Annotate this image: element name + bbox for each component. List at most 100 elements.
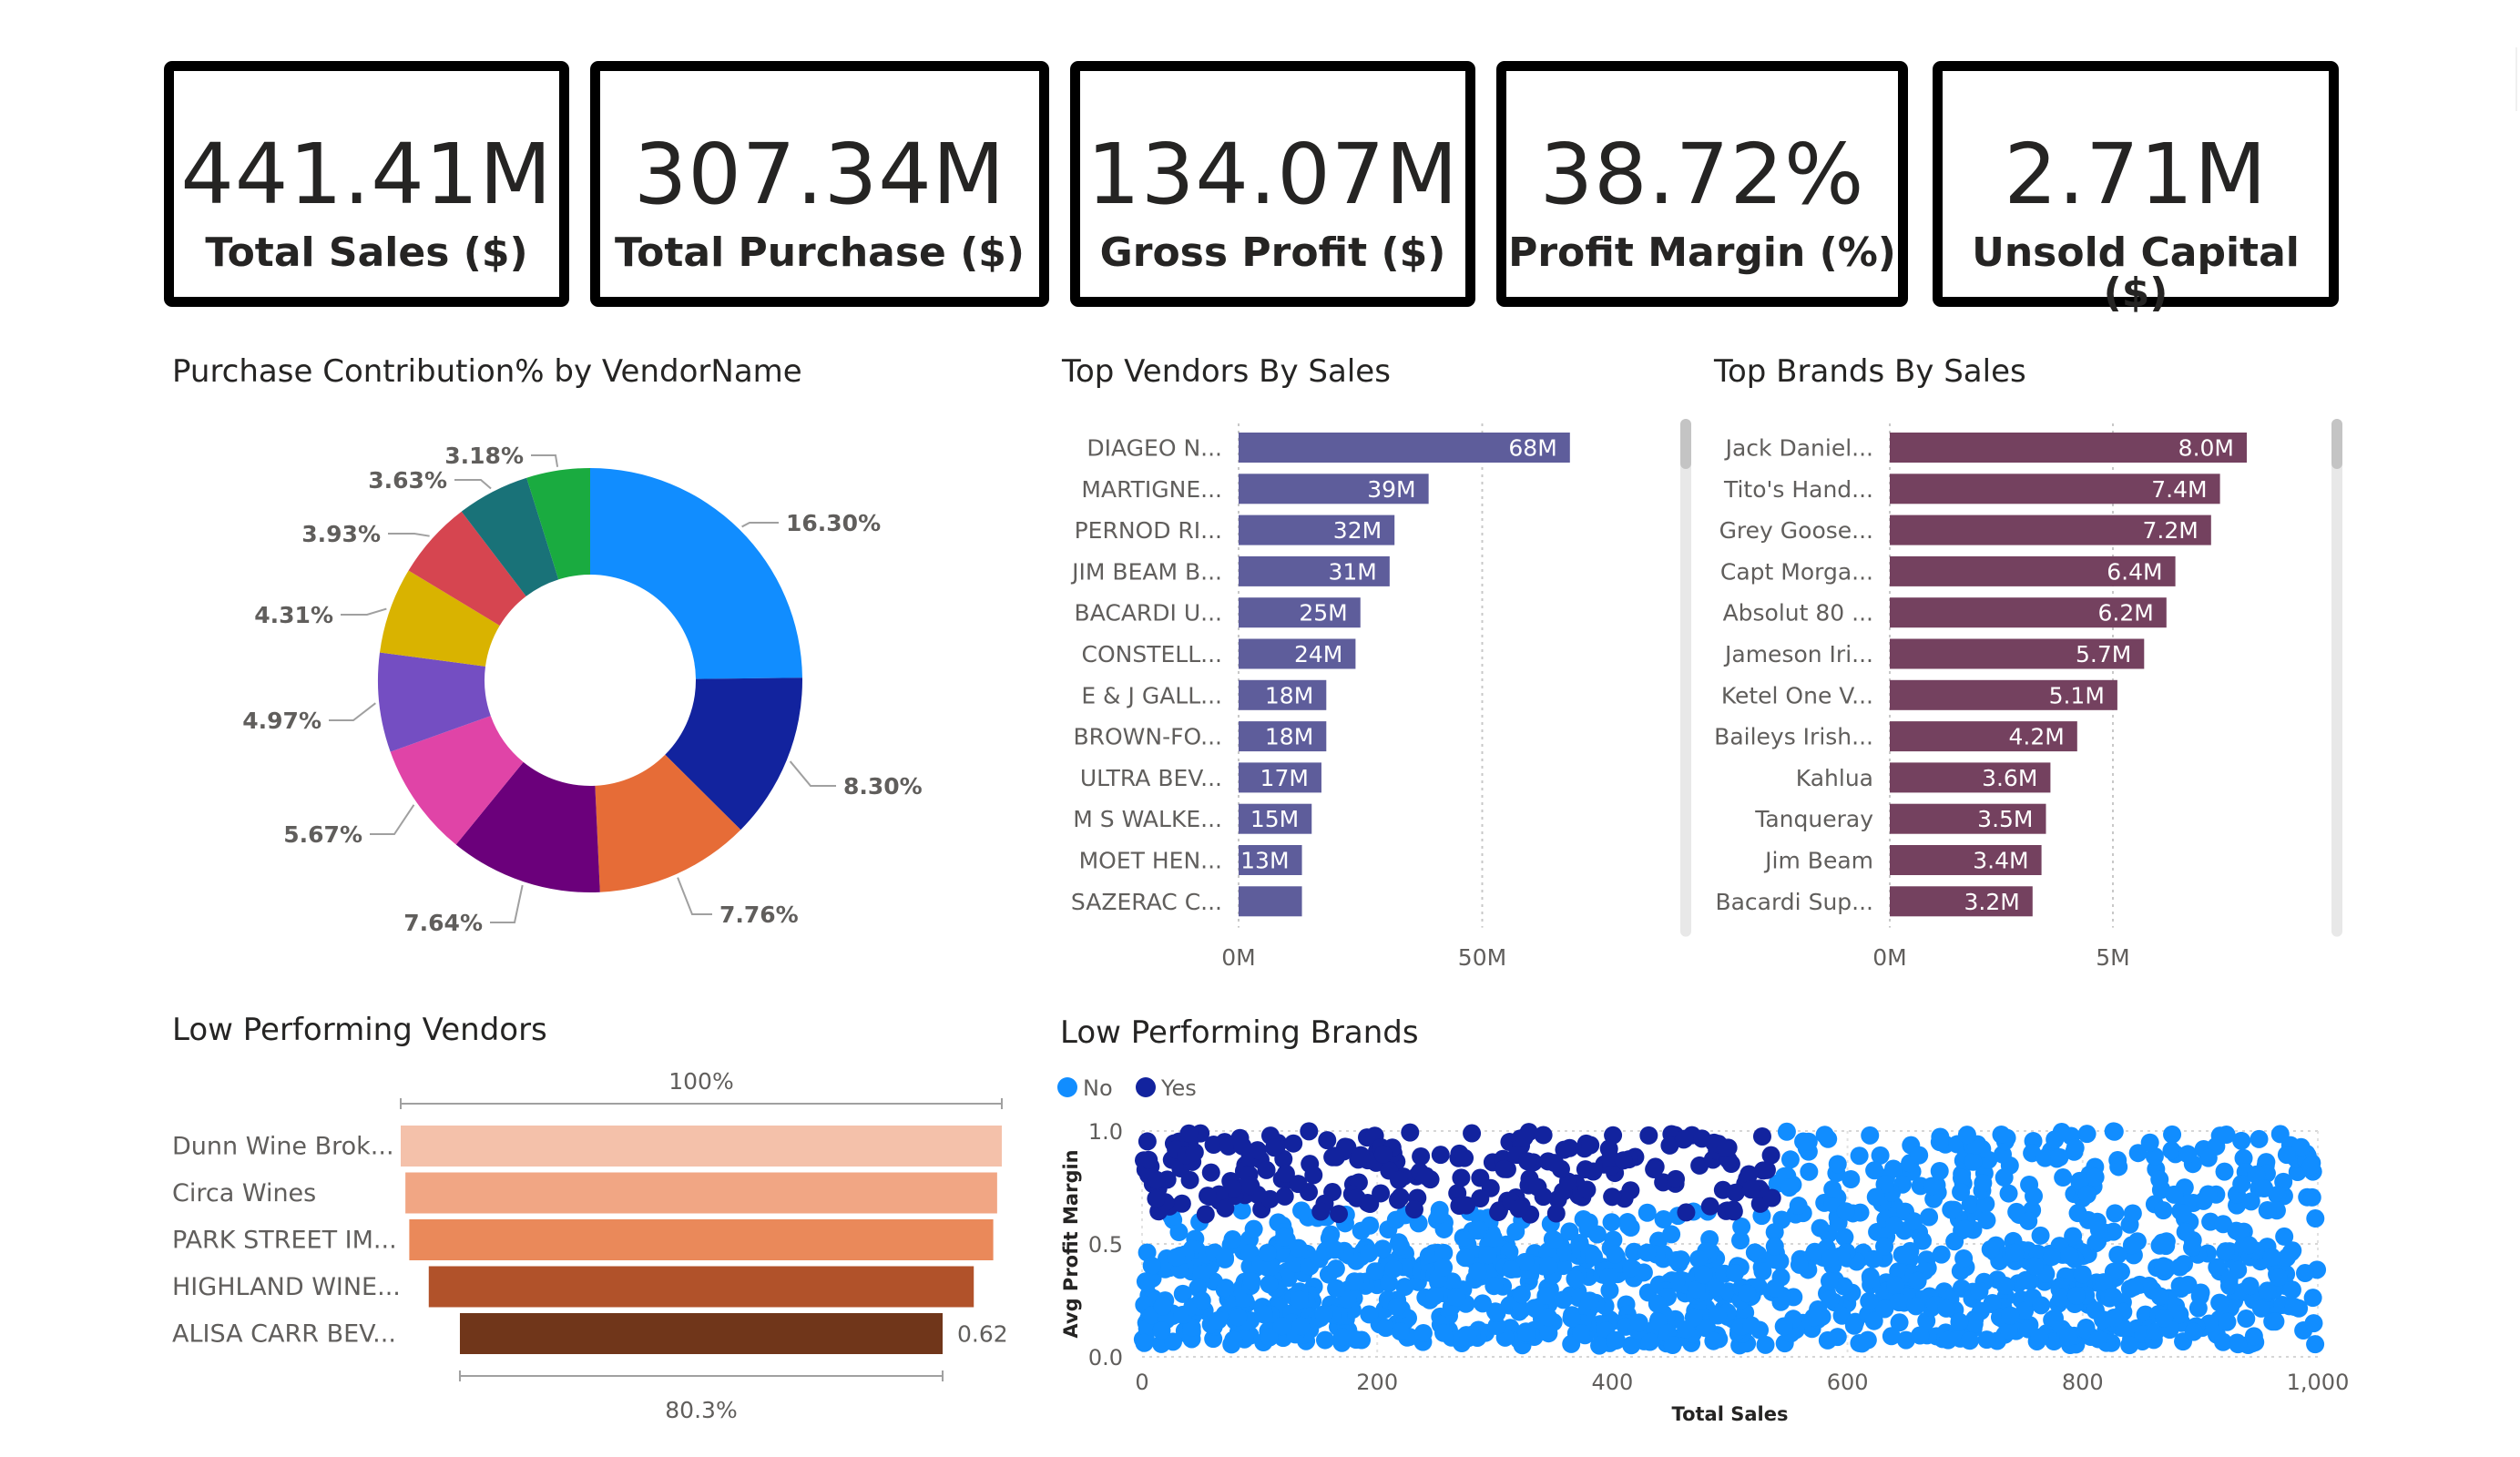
scatter-point[interactable] [1677,1203,1696,1222]
scatter-point[interactable] [1761,1146,1780,1165]
scatter-point[interactable] [2005,1243,2025,1262]
scatter-point[interactable] [2306,1209,2325,1228]
scatter-point[interactable] [1599,1268,1618,1287]
scatter-point[interactable] [1780,1150,1800,1169]
scatter-point[interactable] [2216,1242,2235,1261]
scatter-point[interactable] [1487,1303,1506,1322]
scatter-point[interactable] [2270,1125,2290,1144]
scatter-point[interactable] [1756,1335,1775,1354]
scatter-point[interactable] [2051,1289,2070,1308]
scatter-point[interactable] [1272,1317,1291,1336]
funnel-bar[interactable] [428,1266,974,1308]
scatter-point[interactable] [1995,1168,2014,1187]
scatter-point[interactable] [1667,1250,1686,1269]
scatter-point[interactable] [1884,1159,1903,1178]
scatter-point[interactable] [1538,1308,1557,1327]
scatter-point[interactable] [1844,1316,1863,1335]
legend-marker[interactable] [1136,1077,1156,1097]
scatter-point[interactable] [1842,1170,1861,1189]
scatter-point[interactable] [1425,1287,1444,1306]
scatter-point[interactable] [1179,1124,1199,1143]
scatter-point[interactable] [1167,1248,1186,1267]
scatter-point[interactable] [1866,1187,1885,1207]
scatter-point[interactable] [1373,1145,1393,1164]
scatter-point[interactable] [1629,1313,1648,1332]
scatter-point[interactable] [1139,1150,1158,1169]
scatter-point[interactable] [2208,1258,2227,1277]
scatter-point[interactable] [1893,1245,1912,1264]
scatter-point[interactable] [1233,1136,1252,1156]
scatter-point[interactable] [2123,1204,2142,1223]
scatter-point[interactable] [1960,1331,1979,1350]
scatter-point[interactable] [1981,1239,2000,1258]
scatter-point[interactable] [2244,1327,2263,1346]
scatter-point[interactable] [1291,1317,1311,1336]
scatter-point[interactable] [2306,1335,2325,1354]
scatter-point[interactable] [1800,1162,1819,1181]
funnel-bar[interactable] [459,1313,944,1354]
scatter-point[interactable] [1606,1245,1625,1264]
scatter-point[interactable] [1142,1256,1161,1275]
scatter-point[interactable] [1572,1324,1591,1343]
scatter-point[interactable] [2184,1322,2203,1341]
scatter-point[interactable] [1546,1154,1565,1173]
scatter-point[interactable] [1265,1138,1284,1157]
scatter-point[interactable] [1955,1219,1974,1238]
scatter-point[interactable] [1862,1269,1881,1289]
scatter-point[interactable] [1675,1129,1694,1148]
scatter-point[interactable] [1799,1132,1818,1151]
scatter-point[interactable] [1516,1323,1535,1342]
scatter-point[interactable] [1304,1166,1323,1185]
scatter-point[interactable] [1977,1330,1996,1350]
scatter-point[interactable] [1315,1330,1334,1350]
scatter-point[interactable] [1180,1170,1199,1189]
scatter-point[interactable] [1716,1138,1735,1157]
scatter-point[interactable] [2173,1204,2192,1223]
scatter-point[interactable] [2150,1287,2169,1306]
scatter-point[interactable] [1430,1205,1449,1224]
scatter-point[interactable] [2066,1138,2085,1157]
scatter-point[interactable] [1401,1123,1420,1142]
scatter-point[interactable] [2059,1328,2078,1347]
scatter-point[interactable] [1539,1256,1558,1275]
scatter-point[interactable] [1677,1319,1696,1339]
scatter-point[interactable] [2150,1170,2169,1189]
funnel-bar[interactable] [405,1172,997,1214]
scatter-point[interactable] [1906,1297,1925,1316]
scatter-point[interactable] [2284,1297,2303,1316]
scatter-point[interactable] [1689,1249,1709,1269]
scatter-point[interactable] [1910,1146,1929,1165]
scatter-point[interactable] [1821,1248,1840,1268]
scatter-point[interactable] [1920,1207,1939,1227]
scatter-point[interactable] [1365,1262,1384,1281]
scatter-point[interactable] [1404,1200,1423,1219]
scatter-point[interactable] [1882,1327,1901,1346]
bar[interactable] [1239,886,1302,917]
scatter-point[interactable] [2077,1185,2097,1204]
scatter-point[interactable] [1952,1182,1971,1201]
scatter-point[interactable] [1478,1246,1497,1265]
scatter-point[interactable] [1577,1180,1597,1199]
scatter-point[interactable] [1242,1272,1261,1291]
scatter-point[interactable] [1390,1170,1409,1189]
scatter-point[interactable] [2269,1268,2288,1287]
scatter-point[interactable] [2154,1201,2173,1220]
scatter-point[interactable] [1327,1279,1346,1298]
scatter-point[interactable] [2030,1328,2049,1347]
scatter-point[interactable] [2089,1220,2108,1239]
scatter-point[interactable] [2237,1309,2256,1329]
scatter-point[interactable] [1957,1126,1976,1145]
scatter-point[interactable] [1581,1136,1600,1155]
scatter-point[interactable] [1741,1180,1760,1199]
scatter-point[interactable] [1455,1148,1474,1167]
scatter-point[interactable] [1431,1146,1450,1165]
scatter-point[interactable] [1147,1189,1166,1208]
scatter-point[interactable] [1780,1178,1799,1197]
scatter-point[interactable] [2255,1178,2274,1197]
scatter-point[interactable] [1725,1264,1744,1283]
scatter-point[interactable] [2052,1123,2071,1142]
scatter-point[interactable] [1939,1330,1958,1350]
scatter-point[interactable] [1637,1203,1657,1222]
scatter-point[interactable] [1913,1231,1932,1250]
scatter-point[interactable] [1622,1258,1641,1278]
